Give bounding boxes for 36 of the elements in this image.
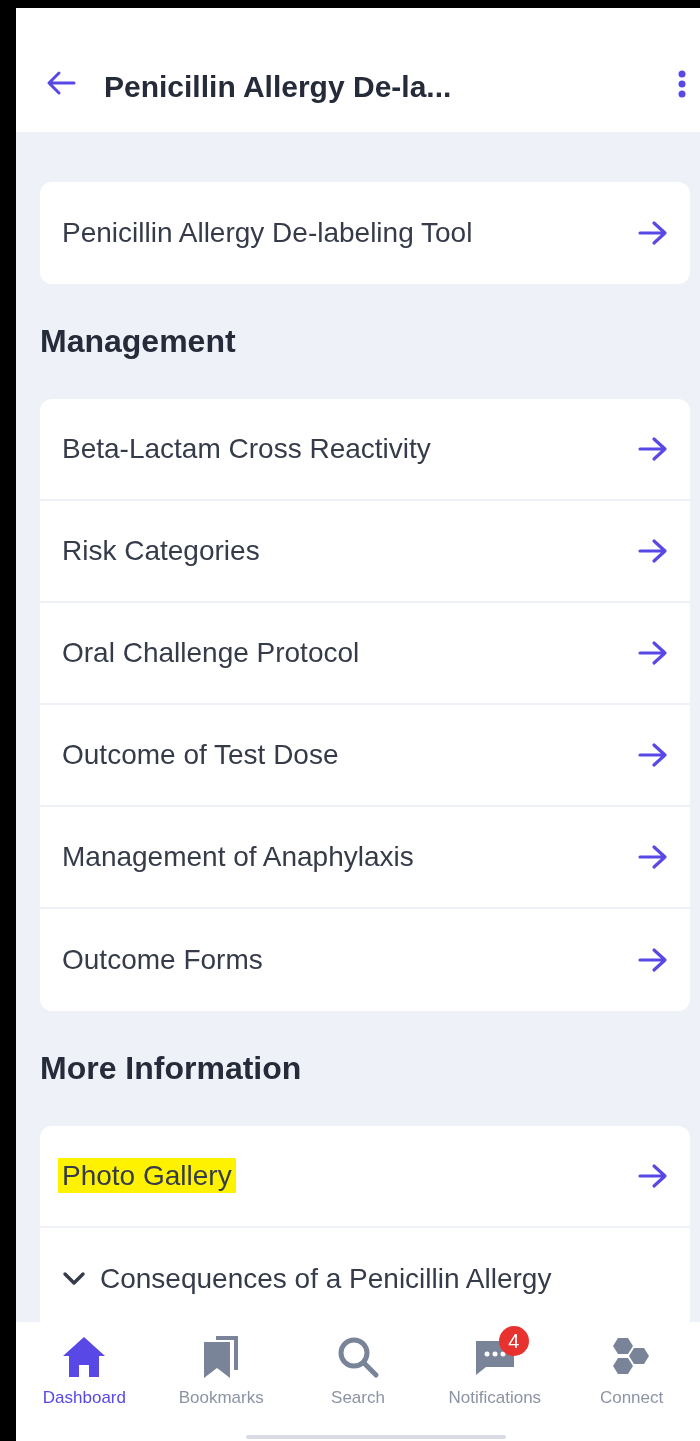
tab[interactable]: Dashboard [16, 1322, 153, 1441]
list-item[interactable]: Risk Categories [40, 501, 690, 603]
notification-badge: 4 [498, 1326, 529, 1356]
arrow-right-icon [638, 436, 668, 462]
list-item[interactable]: Penicillin Allergy De-labeling Tool [40, 182, 690, 284]
item-label: Consequences of a Penicillin Allergy [100, 1263, 553, 1295]
list-item[interactable]: Photo Gallery [40, 1126, 690, 1228]
item-label: Oral Challenge Protocol [62, 637, 361, 669]
more-options-icon[interactable] [678, 70, 686, 98]
arrow-right-icon [638, 742, 668, 768]
item-label: Risk Categories [62, 535, 261, 567]
bookmarks-icon [202, 1334, 241, 1380]
search-icon [336, 1335, 380, 1379]
item-label: Penicillin Allergy De-labeling Tool [62, 217, 474, 249]
arrow-right-icon [638, 947, 668, 973]
back-arrow-icon[interactable] [46, 70, 76, 96]
list-item[interactable]: Management of Anaphylaxis [40, 807, 690, 909]
chevron-down-icon [62, 1271, 86, 1287]
list-item[interactable]: Consequences of a Penicillin Allergy [40, 1228, 690, 1322]
list-item[interactable]: Outcome Forms [40, 909, 690, 1011]
item-label: Management of Anaphylaxis [62, 841, 415, 873]
arrow-right-icon [638, 538, 668, 564]
list-item[interactable]: Oral Challenge Protocol [40, 603, 690, 705]
section-heading: Management [40, 322, 237, 361]
tab[interactable]: 4 Notifications [426, 1322, 564, 1441]
arrow-right-icon [638, 1163, 668, 1189]
arrow-right-icon [638, 640, 668, 666]
arrow-right-icon [638, 844, 668, 870]
section-heading: More Information [40, 1049, 303, 1088]
item-label: Outcome of Test Dose [62, 739, 340, 771]
list-item[interactable]: Beta-Lactam Cross Reactivity [40, 399, 690, 501]
item-label: Beta-Lactam Cross Reactivity [62, 433, 432, 465]
list-item[interactable]: Outcome of Test Dose [40, 705, 690, 807]
item-label: Outcome Forms [62, 944, 264, 976]
arrow-right-icon [638, 220, 668, 246]
page-title: Penicillin Allergy De-la... [104, 70, 453, 104]
